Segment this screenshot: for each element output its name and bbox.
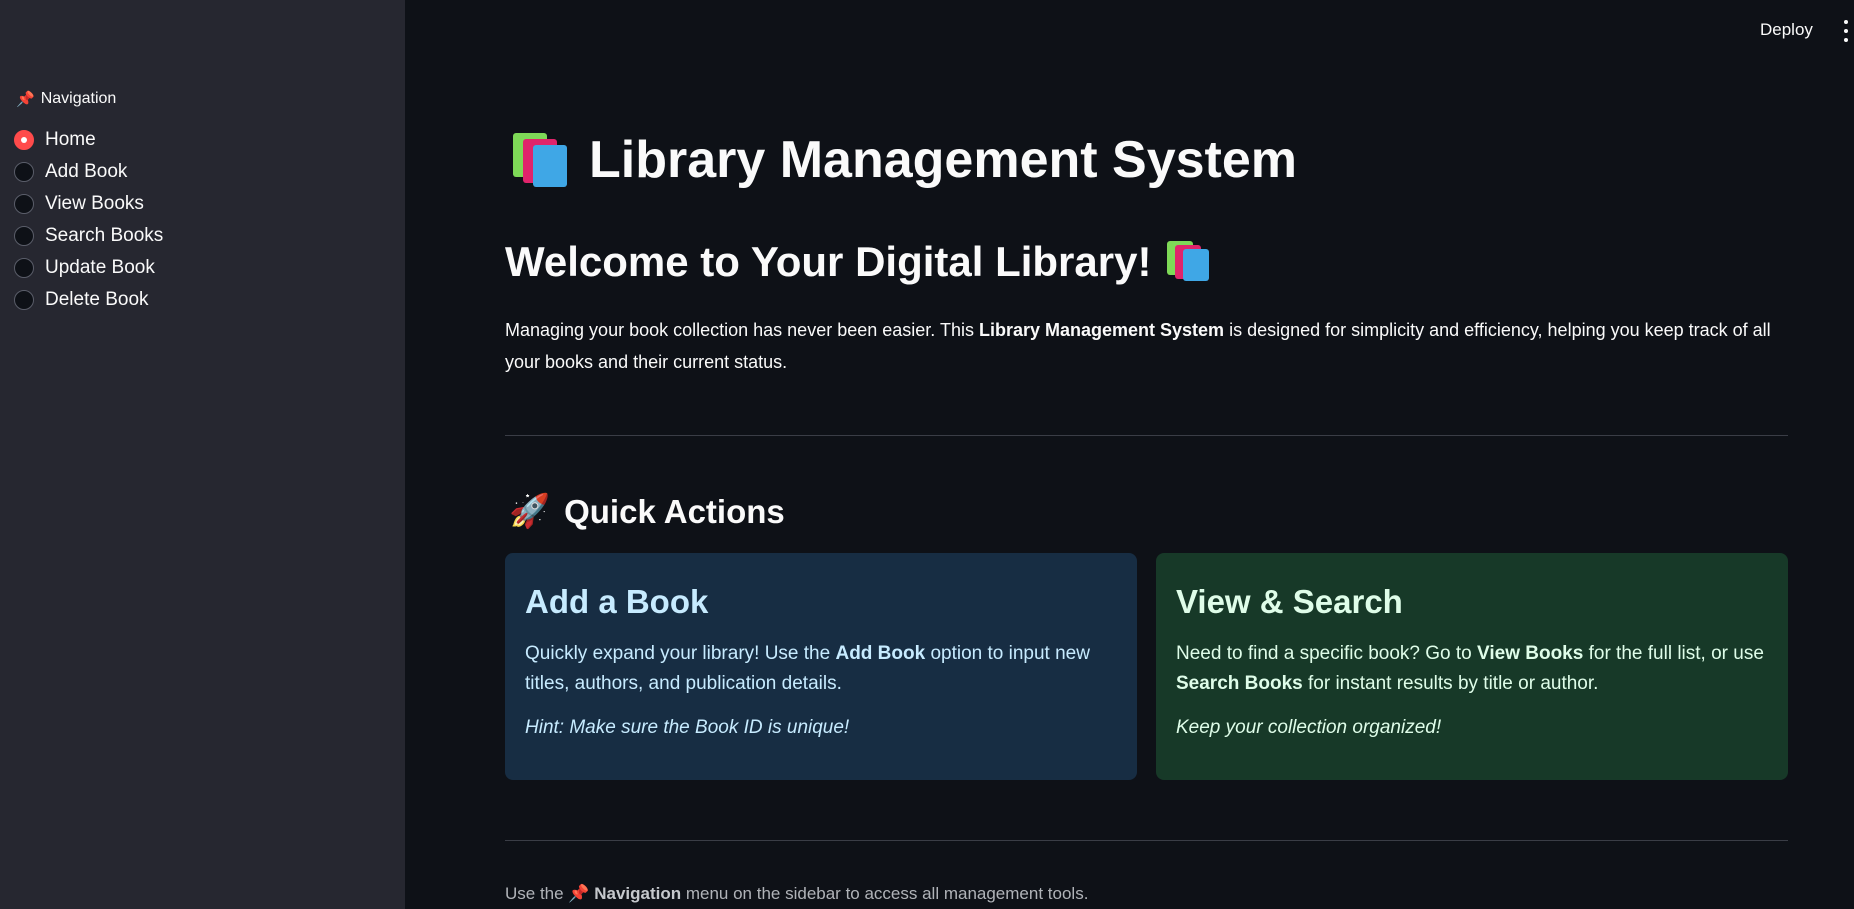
radio-unselected-icon[interactable] — [14, 290, 34, 310]
nav-option-update-book[interactable]: Update Book — [14, 252, 163, 284]
nav-option-label[interactable]: Home — [45, 129, 96, 151]
footer-note: Use the 📌 Navigation menu on the sidebar… — [505, 884, 1089, 903]
page-title-text: Library Management System — [589, 131, 1298, 189]
intro-paragraph: Managing your book collection has never … — [505, 314, 1788, 378]
quick-actions-heading-text: Quick Actions — [564, 492, 785, 530]
intro-text: Managing your book collection has never … — [505, 320, 979, 340]
page-title: Library Management System — [505, 130, 1297, 190]
divider — [505, 840, 1788, 841]
books-icon — [1167, 241, 1213, 283]
nav-option-label[interactable]: View Books — [45, 193, 144, 215]
intro-bold: Library Management System — [978, 320, 1225, 340]
navigation-heading-label: Navigation — [40, 90, 117, 107]
divider — [505, 435, 1788, 436]
books-icon — [513, 133, 573, 187]
navigation-radio-group: Home Add Book View Books Search Books Up… — [14, 124, 163, 316]
card-title: View & Search — [1176, 583, 1403, 620]
navigation-heading: 📌 Navigation — [16, 90, 116, 108]
nav-option-add-book[interactable]: Add Book — [14, 156, 163, 188]
radio-unselected-icon[interactable] — [14, 226, 34, 246]
sidebar: 📌 Navigation Home Add Book View Books Se… — [0, 0, 405, 909]
card-hint: Keep your collection organized! — [1176, 717, 1442, 738]
kebab-menu-icon[interactable] — [1843, 20, 1849, 42]
nav-option-home[interactable]: Home — [14, 124, 163, 156]
radio-unselected-icon[interactable] — [14, 258, 34, 278]
welcome-heading: Welcome to Your Digital Library! — [505, 238, 1213, 286]
welcome-heading-text: Welcome to Your Digital Library! — [505, 238, 1152, 285]
radio-unselected-icon[interactable] — [14, 194, 34, 214]
card-text: Quickly expand your library! Use the Add… — [525, 643, 1090, 694]
deploy-button[interactable]: Deploy — [1760, 20, 1813, 40]
nav-option-label[interactable]: Search Books — [45, 225, 163, 247]
nav-option-search-books[interactable]: Search Books — [14, 220, 163, 252]
radio-selected-icon[interactable] — [14, 130, 34, 150]
view-search-card: View & Search Need to find a specific bo… — [1156, 553, 1788, 780]
card-hint: Hint: Make sure the Book ID is unique! — [525, 717, 850, 738]
card-title: Add a Book — [525, 583, 709, 620]
pushpin-icon: 📌 — [568, 884, 590, 903]
nav-option-view-books[interactable]: View Books — [14, 188, 163, 220]
pushpin-icon: 📌 — [16, 91, 35, 108]
card-text: Need to find a specific book? Go to View… — [1176, 643, 1764, 694]
nav-option-label[interactable]: Add Book — [45, 161, 127, 183]
add-book-card: Add a Book Quickly expand your library! … — [505, 553, 1137, 780]
nav-option-label[interactable]: Update Book — [45, 257, 155, 279]
radio-unselected-icon[interactable] — [14, 162, 34, 182]
rocket-icon: 🚀 — [509, 492, 551, 529]
nav-option-delete-book[interactable]: Delete Book — [14, 284, 163, 316]
nav-option-label[interactable]: Delete Book — [45, 289, 149, 311]
quick-actions-heading: 🚀 Quick Actions — [509, 492, 785, 531]
